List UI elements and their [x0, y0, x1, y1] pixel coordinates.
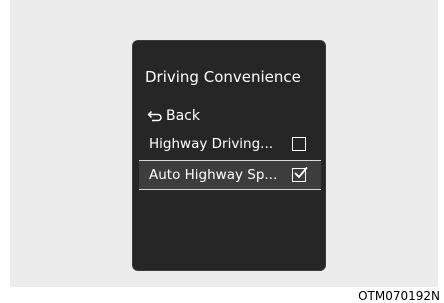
checkbox-checked[interactable] — [292, 167, 308, 182]
menu-item-auto-highway-speed[interactable]: Auto Highway Sp... — [139, 160, 321, 190]
menu-item-label: Highway Driving... — [149, 136, 274, 152]
checkmark-icon — [294, 167, 308, 178]
menu-item-highway-driving[interactable]: Highway Driving... — [139, 129, 321, 159]
back-arrow-icon — [147, 110, 162, 122]
figure-code: OTM070192N — [358, 289, 440, 303]
menu-title: Driving Convenience — [145, 68, 301, 86]
menu-item-label: Auto Highway Sp... — [149, 167, 278, 183]
cluster-display: Driving Convenience Back Highway Driving… — [132, 40, 326, 271]
checkbox-unchecked[interactable] — [292, 137, 306, 151]
back-button[interactable]: Back — [147, 106, 200, 126]
back-label: Back — [166, 108, 200, 124]
